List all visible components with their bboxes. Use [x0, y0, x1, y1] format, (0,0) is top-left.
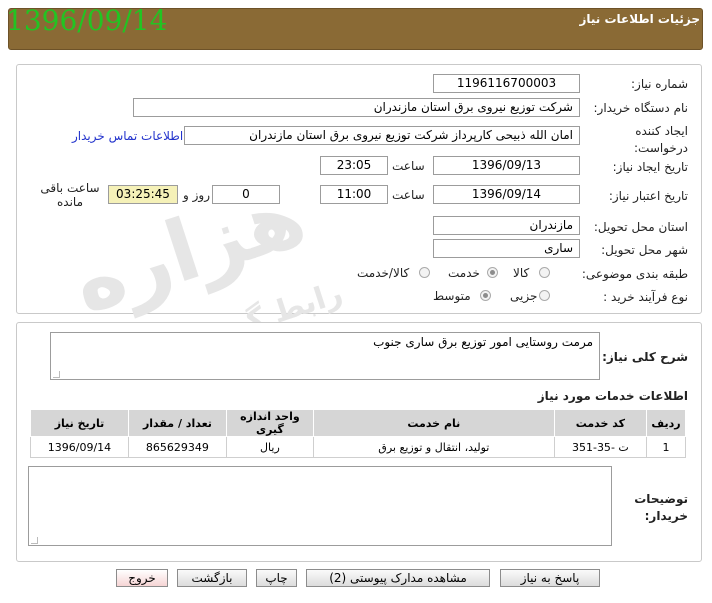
- purchase-option-medium: متوسط: [433, 289, 471, 303]
- buyer-contact-link[interactable]: اطلاعات تماس خریدار: [72, 129, 183, 143]
- validity-date-label: تاریخ اعتبار نیاز:: [608, 189, 688, 203]
- category-label: طبقه بندی موضوعی:: [581, 267, 688, 281]
- created-time-label: ساعت: [392, 159, 425, 173]
- validity-time-field[interactable]: 11:00: [320, 185, 388, 204]
- cell-row-number: 1: [646, 436, 686, 458]
- table-row[interactable]: 1 ت -35-351 تولید، انتقال و توزیع برق ری…: [30, 436, 686, 458]
- requester-field[interactable]: امان الله ذبیحی کارپرداز شرکت توزیع نیرو…: [184, 126, 580, 145]
- city-field[interactable]: ساری: [433, 239, 580, 258]
- category-option-goods-service: کالا/خدمت: [357, 266, 410, 280]
- column-header-unit: واحد اندازه گیری: [225, 409, 314, 437]
- category-option-service: خدمت: [448, 266, 480, 280]
- purchase-option-minor: جزیی: [510, 289, 538, 303]
- city-label: شهر محل تحویل:: [601, 243, 688, 257]
- cell-unit: ریال: [225, 436, 314, 458]
- description-box[interactable]: مرمت روستایی امور توزیع برق ساری جنوب: [50, 332, 600, 380]
- need-number-field[interactable]: 1196116700003: [433, 74, 580, 93]
- services-title: اطلاعات خدمات مورد نیاز: [537, 389, 688, 403]
- exit-button[interactable]: خروج: [116, 569, 168, 587]
- buyer-org-label: نام دستگاه خریدار:: [593, 101, 689, 115]
- created-date-label: تاریخ ایجاد نیاز:: [612, 160, 688, 174]
- category-radio-service[interactable]: [487, 267, 498, 278]
- cell-quantity: 865629349: [127, 436, 227, 458]
- created-time-field[interactable]: 23:05: [320, 156, 388, 175]
- category-radio-goods-service[interactable]: [419, 267, 430, 278]
- cell-need-date: 1396/09/14: [30, 436, 129, 458]
- buyer-org-field[interactable]: شرکت توزیع نیروی برق استان مازندران: [133, 98, 580, 117]
- province-label: استان محل تحویل:: [593, 220, 688, 234]
- print-button[interactable]: چاپ: [256, 569, 297, 587]
- column-header-service-name: نام خدمت: [312, 409, 555, 437]
- column-header-quantity: تعداد / مقدار: [127, 409, 227, 437]
- column-header-need-date: تاریخ نیاز: [30, 409, 129, 437]
- column-header-row-number: ردیف: [646, 409, 686, 437]
- buyer-notes-label: توضیحات خریدار:: [634, 492, 688, 523]
- cell-service-code: ت -35-351: [553, 436, 648, 458]
- services-header-row: ردیف کد خدمت نام خدمت واحد اندازه گیری ت…: [30, 409, 686, 437]
- description-label: شرح کلی نیاز:: [602, 350, 688, 364]
- services-table: ردیف کد خدمت نام خدمت واحد اندازه گیری ت…: [30, 409, 686, 458]
- purchase-type-label: نوع فرآیند خرید :: [603, 290, 688, 304]
- remaining-days-label: روز و: [183, 188, 210, 202]
- validity-time-label: ساعت: [392, 188, 425, 202]
- purchase-radio-medium[interactable]: [480, 290, 491, 301]
- page-title: جزئیات اطلاعات نیاز: [579, 12, 700, 26]
- notes-resize-handle[interactable]: [31, 537, 38, 544]
- created-date-field[interactable]: 1396/09/13: [433, 156, 580, 175]
- validity-date-field[interactable]: 1396/09/14: [433, 185, 580, 204]
- province-field[interactable]: مازندران: [433, 216, 580, 235]
- cell-service-name: تولید، انتقال و توزیع برق: [312, 436, 555, 458]
- remaining-time-field: 03:25:45: [108, 185, 178, 204]
- buyer-notes-box[interactable]: [28, 466, 612, 546]
- header-date: 1396/09/14: [6, 4, 168, 37]
- category-radio-goods[interactable]: [539, 267, 550, 278]
- back-button[interactable]: بازگشت: [177, 569, 247, 587]
- column-header-service-code: کد خدمت: [553, 409, 648, 437]
- requester-label: ایجاد کننده درخواست:: [634, 124, 688, 155]
- purchase-radio-minor[interactable]: [539, 290, 550, 301]
- category-option-goods: کالا: [513, 266, 530, 280]
- view-attachments-button[interactable]: مشاهده مدارک پیوستی (2): [306, 569, 490, 587]
- remaining-time-label: ساعت باقی مانده: [40, 181, 100, 209]
- textarea-resize-handle[interactable]: [53, 371, 60, 378]
- reply-button[interactable]: پاسخ به نیاز: [500, 569, 600, 587]
- remaining-days-field[interactable]: 0: [212, 185, 280, 204]
- need-number-label: شماره نیاز:: [631, 77, 688, 91]
